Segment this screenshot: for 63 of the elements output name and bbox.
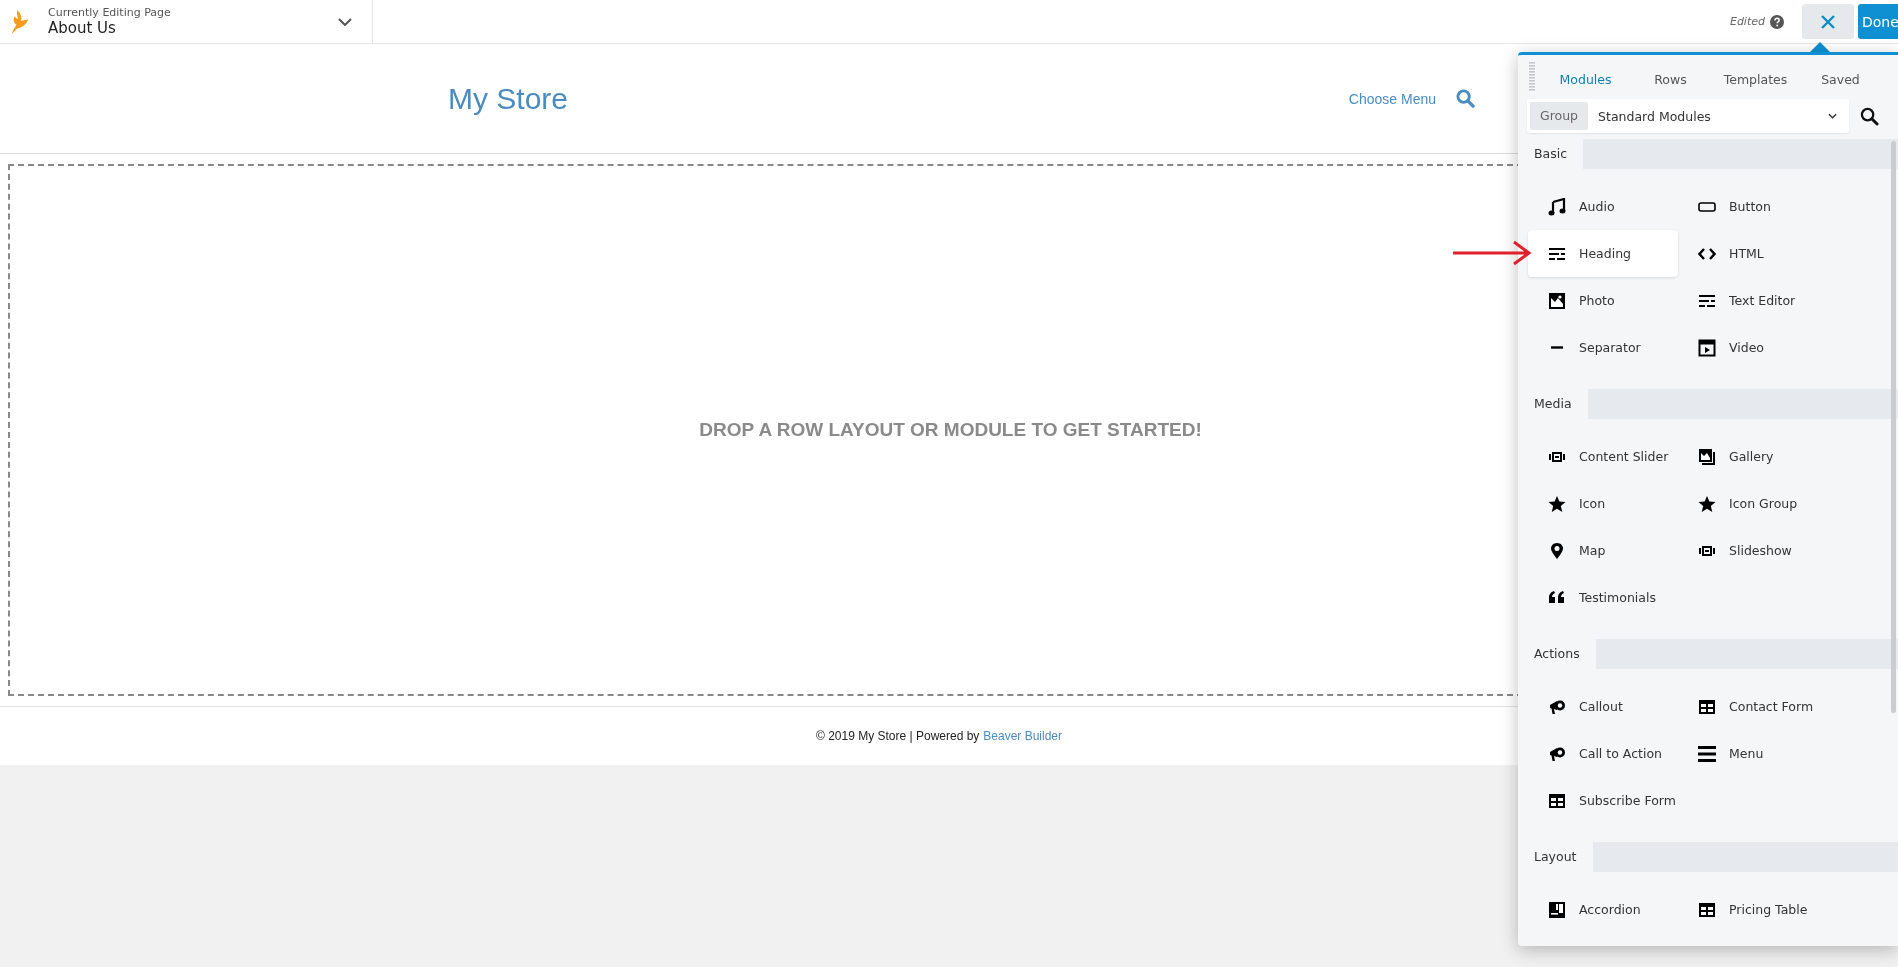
module-item[interactable]: Separator <box>1528 324 1678 371</box>
module-item[interactable]: Contact Form <box>1678 683 1828 730</box>
site-title[interactable]: My Store <box>448 81 569 116</box>
module-item[interactable]: HTML <box>1678 230 1828 277</box>
panel-tab[interactable]: Modules <box>1543 67 1628 91</box>
section-title[interactable]: Basic <box>1518 139 1584 169</box>
caption-text: Currently Editing Page <box>48 6 172 19</box>
dash-icon <box>1548 346 1566 349</box>
section-title[interactable]: Layout <box>1518 842 1593 872</box>
page-title: About Us <box>48 19 117 37</box>
help-icon[interactable] <box>1770 14 1784 29</box>
module-item[interactable]: Callout <box>1528 683 1678 730</box>
group-select[interactable]: Group Standard Modules <box>1527 99 1849 133</box>
table-icon <box>1698 900 1716 919</box>
star-icon <box>1698 494 1716 513</box>
footer-link[interactable]: Beaver Builder <box>983 729 1063 743</box>
star-icon <box>1548 494 1566 513</box>
module-item[interactable]: Heading <box>1528 230 1678 277</box>
search-icon[interactable] <box>1860 106 1879 126</box>
module-item[interactable]: Call to Action <box>1528 730 1678 777</box>
panel-tab[interactable]: Templates <box>1713 67 1798 91</box>
module-item[interactable]: Menu <box>1678 730 1828 777</box>
module-item[interactable]: Slideshow <box>1678 527 1828 574</box>
panel-tab[interactable]: Rows <box>1628 67 1713 91</box>
done-button[interactable]: Done <box>1858 4 1898 39</box>
group-label: Group <box>1530 102 1589 130</box>
close-icon <box>1820 13 1836 30</box>
table-icon <box>1698 697 1716 716</box>
module-item[interactable]: Subscribe Form <box>1528 777 1678 824</box>
module-item[interactable]: Content Slider <box>1528 433 1678 480</box>
section-title[interactable]: Media <box>1518 389 1588 419</box>
chevron-down-icon[interactable] <box>338 17 352 26</box>
module-item[interactable]: Text Editor <box>1678 277 1828 324</box>
drop-message: DROP A ROW LAYOUT OR MODULE TO GET STARTED! <box>699 419 1202 441</box>
module-item[interactable]: Gallery <box>1678 433 1828 480</box>
choose-menu-link[interactable]: Choose Menu <box>1348 90 1436 107</box>
module-item[interactable]: Button <box>1678 183 1828 230</box>
map-pin-icon <box>1548 541 1566 560</box>
film-icon <box>1698 338 1716 357</box>
section-title[interactable]: Actions <box>1518 639 1596 669</box>
group-value: Standard Modules <box>1598 108 1712 124</box>
module-item[interactable]: Icon Group <box>1678 480 1828 527</box>
scrollbar-thumb[interactable] <box>1891 141 1896 713</box>
table-icon <box>1548 791 1566 810</box>
module-item[interactable]: Pricing Table <box>1678 886 1828 933</box>
drag-handle-icon[interactable] <box>1529 62 1535 92</box>
panel-tab[interactable]: Saved <box>1798 67 1883 91</box>
close-button[interactable] <box>1802 4 1854 39</box>
layout-grid-icon <box>1548 900 1566 919</box>
images-icon <box>1698 447 1716 466</box>
music-note-icon <box>1548 197 1566 216</box>
module-item[interactable]: Photo <box>1528 277 1678 324</box>
module-item[interactable]: Accordion <box>1528 886 1678 933</box>
module-item[interactable]: Testimonials <box>1528 574 1678 621</box>
image-icon <box>1548 291 1566 310</box>
module-item[interactable]: Audio <box>1528 183 1678 230</box>
module-item[interactable]: Video <box>1678 324 1828 371</box>
module-item[interactable]: Icon <box>1528 480 1678 527</box>
edited-status: Edited <box>1729 15 1765 28</box>
footer-text: © 2019 My Store | Powered by <box>815 729 980 743</box>
menu-icon <box>1698 744 1716 763</box>
chevron-down-icon <box>1828 113 1837 119</box>
module-item[interactable]: Map <box>1528 527 1678 574</box>
